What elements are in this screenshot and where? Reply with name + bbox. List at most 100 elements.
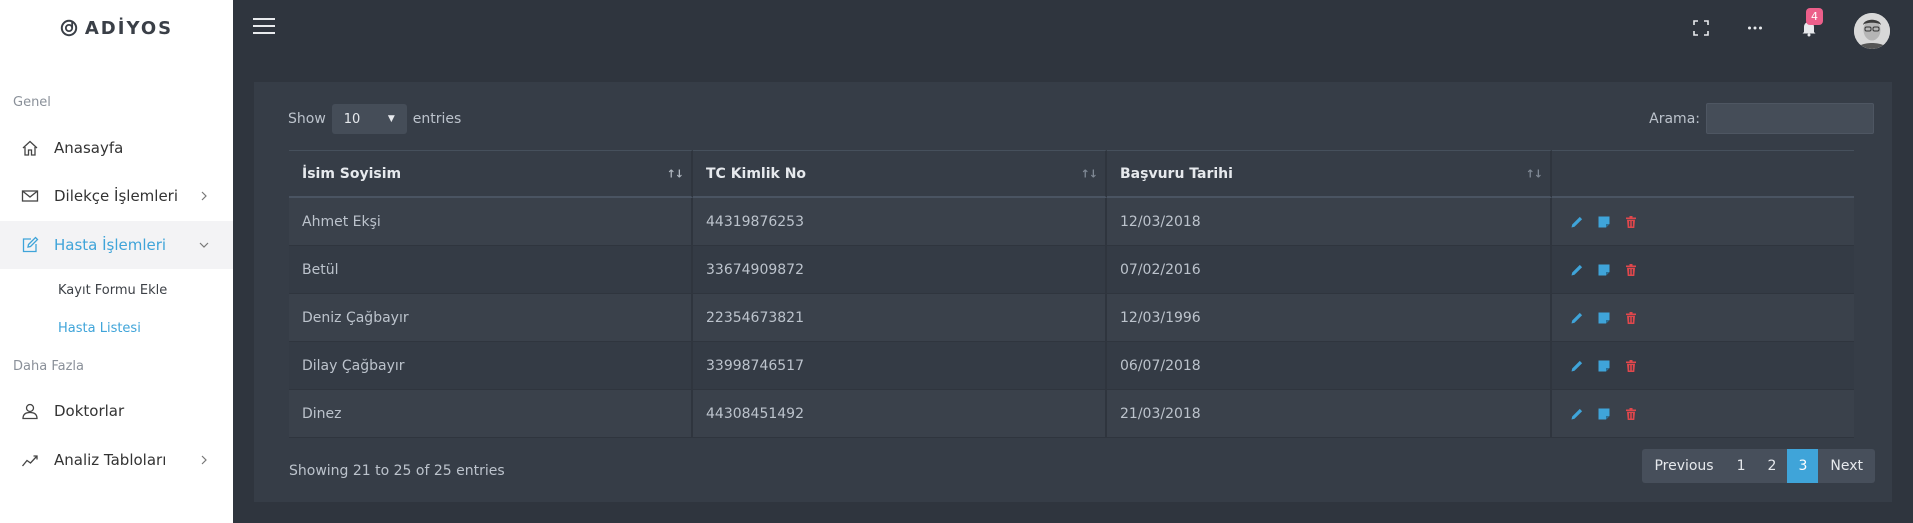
home-icon — [22, 140, 38, 156]
pagination-page-1[interactable]: 1 — [1725, 449, 1757, 483]
column-header-actions — [1552, 150, 1854, 198]
cell-tc: 44319876253 — [693, 198, 1107, 246]
row-actions — [1565, 359, 1854, 373]
cell-date: 06/07/2018 — [1107, 342, 1552, 390]
table-header-row: İsim Soyisim ↑↓ TC Kimlik No ↑↓ Başvuru … — [289, 150, 1854, 198]
cell-date: 12/03/2018 — [1107, 198, 1552, 246]
chart-line-icon — [21, 455, 38, 467]
search-label: Arama: — [1649, 110, 1700, 127]
note-icon[interactable] — [1597, 263, 1611, 277]
trash-icon[interactable] — [1624, 311, 1638, 325]
entries-length-control: Show 10 ▼ entries — [288, 104, 461, 134]
envelope-icon — [21, 190, 39, 202]
user-icon — [22, 403, 38, 420]
trash-icon[interactable] — [1624, 215, 1638, 229]
entries-select-value: 10 — [343, 111, 361, 127]
note-icon[interactable] — [1597, 359, 1611, 373]
brand-name: ADİYOS — [84, 17, 174, 39]
edit-pencil-icon[interactable] — [1570, 407, 1584, 421]
trash-icon[interactable] — [1624, 407, 1638, 421]
column-header-tc[interactable]: TC Kimlik No ↑↓ — [693, 150, 1107, 198]
column-header-date[interactable]: Başvuru Tarihi ↑↓ — [1107, 150, 1552, 198]
search-input[interactable] — [1706, 103, 1874, 134]
cell-date: 07/02/2016 — [1107, 246, 1552, 294]
edit-icon — [22, 236, 39, 253]
section-label-genel: Genel — [13, 95, 51, 110]
sidebar-item-label: Hasta İşlemleri — [54, 236, 167, 254]
pagination: Previous 1 2 3 Next — [1642, 449, 1875, 483]
cell-name: Betül — [289, 246, 693, 294]
cell-actions — [1552, 198, 1854, 246]
more-icon[interactable] — [1746, 19, 1764, 37]
caret-down-icon: ▼ — [387, 114, 395, 124]
note-icon[interactable] — [1597, 311, 1611, 325]
sidebar-item-label: Doktorlar — [54, 402, 125, 420]
chevron-down-icon — [199, 242, 209, 248]
trash-icon[interactable] — [1624, 359, 1638, 373]
edit-pencil-icon[interactable] — [1570, 263, 1584, 277]
cell-tc: 33674909872 — [693, 246, 1107, 294]
sidebar-item-label: Analiz Tabloları — [54, 451, 167, 469]
cell-tc: 33998746517 — [693, 342, 1107, 390]
menu-toggle-icon[interactable] — [253, 18, 275, 36]
table-row: Deniz Çağbayır 22354673821 12/03/1996 — [289, 294, 1854, 342]
cell-date: 21/03/2018 — [1107, 390, 1552, 438]
cell-actions — [1552, 390, 1854, 438]
show-label: Show — [288, 111, 326, 127]
avatar-face-icon — [1854, 13, 1890, 49]
pagination-page-3[interactable]: 3 — [1787, 449, 1819, 483]
entries-label: entries — [412, 111, 462, 127]
note-icon[interactable] — [1597, 215, 1611, 229]
logo-icon — [60, 19, 78, 37]
row-actions — [1565, 311, 1854, 325]
fullscreen-icon[interactable] — [1692, 19, 1710, 37]
patient-list-card: Show 10 ▼ entries Arama: İsim Soyisim ↑↓… — [254, 82, 1892, 502]
cell-actions — [1552, 246, 1854, 294]
row-actions — [1565, 407, 1854, 421]
sidebar-item-doktorlar[interactable]: Doktorlar — [0, 387, 233, 435]
chevron-right-icon — [201, 455, 207, 465]
cell-date: 12/03/1996 — [1107, 294, 1552, 342]
sidebar-subitem-hasta-listesi[interactable]: Hasta Listesi — [58, 321, 141, 336]
sidebar-subitem-kayit-formu[interactable]: Kayıt Formu Ekle — [58, 283, 167, 298]
cell-name: Ahmet Ekşi — [289, 198, 693, 246]
table-row: Dinez 44308451492 21/03/2018 — [289, 390, 1854, 438]
user-avatar[interactable] — [1854, 13, 1890, 49]
note-icon[interactable] — [1597, 407, 1611, 421]
sort-icon: ↑↓ — [666, 167, 684, 180]
table-row: Ahmet Ekşi 44319876253 12/03/2018 — [289, 198, 1854, 246]
row-actions — [1565, 215, 1854, 229]
sidebar-item-hasta[interactable]: Hasta İşlemleri — [0, 221, 233, 269]
edit-pencil-icon[interactable] — [1570, 359, 1584, 373]
cell-actions — [1552, 342, 1854, 390]
section-label-daha-fazla: Daha Fazla — [13, 359, 84, 374]
sidebar-item-label: Dilekçe İşlemleri — [54, 187, 179, 205]
sidebar-item-anasayfa[interactable]: Anasayfa — [0, 124, 233, 172]
entries-select[interactable]: 10 ▼ — [331, 104, 407, 134]
cell-tc: 22354673821 — [693, 294, 1107, 342]
cell-name: Deniz Çağbayır — [289, 294, 693, 342]
pagination-page-2[interactable]: 2 — [1756, 449, 1788, 483]
trash-icon[interactable] — [1624, 263, 1638, 277]
pagination-next[interactable]: Next — [1818, 449, 1875, 483]
table-info: Showing 21 to 25 of 25 entries — [289, 463, 505, 479]
edit-pencil-icon[interactable] — [1570, 311, 1584, 325]
sidebar: ADİYOS Genel Anasayfa Dilekçe İşlemleri … — [0, 0, 233, 523]
notification-badge: 4 — [1806, 8, 1823, 25]
edit-pencil-icon[interactable] — [1570, 215, 1584, 229]
chevron-right-icon — [201, 191, 207, 201]
patient-table: İsim Soyisim ↑↓ TC Kimlik No ↑↓ Başvuru … — [289, 150, 1854, 438]
table-row: Dilay Çağbayır 33998746517 06/07/2018 — [289, 342, 1854, 390]
cell-actions — [1552, 294, 1854, 342]
cell-tc: 44308451492 — [693, 390, 1107, 438]
table-row: Betül 33674909872 07/02/2016 — [289, 246, 1854, 294]
sort-icon: ↑↓ — [1525, 167, 1543, 180]
column-header-name[interactable]: İsim Soyisim ↑↓ — [289, 150, 693, 198]
sidebar-item-analiz[interactable]: Analiz Tabloları — [0, 436, 233, 484]
sidebar-item-dilekce[interactable]: Dilekçe İşlemleri — [0, 172, 233, 220]
cell-name: Dinez — [289, 390, 693, 438]
cell-name: Dilay Çağbayır — [289, 342, 693, 390]
sidebar-item-label: Anasayfa — [54, 139, 124, 157]
brand-logo[interactable]: ADİYOS — [0, 0, 233, 56]
pagination-previous[interactable]: Previous — [1642, 449, 1726, 483]
